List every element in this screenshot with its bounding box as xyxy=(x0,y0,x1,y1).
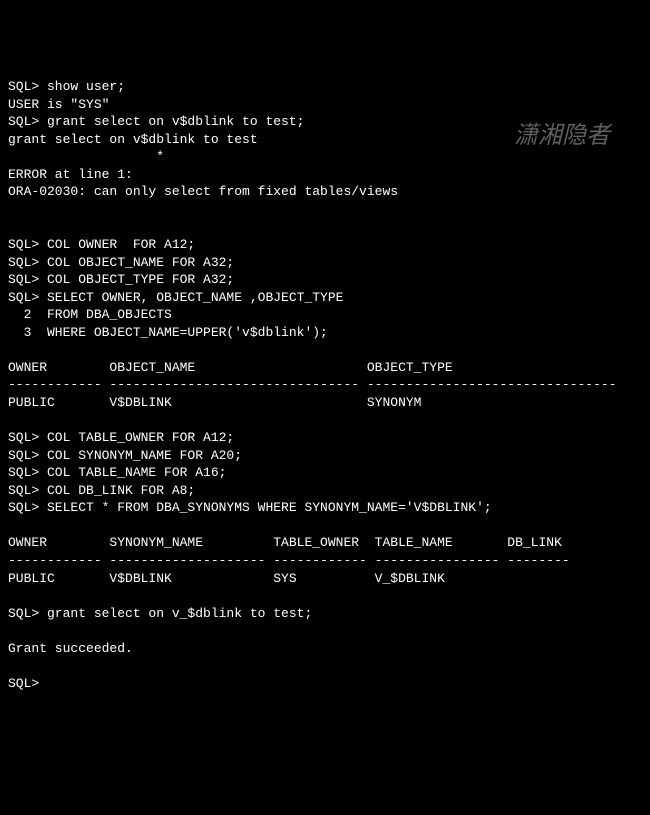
terminal-line: grant select on v$dblink to test xyxy=(8,132,258,147)
terminal-line: ------------ ---------------------------… xyxy=(8,377,617,392)
terminal-line: ------------ -------------------- ------… xyxy=(8,553,570,568)
terminal-line: SQL> COL DB_LINK FOR A8; xyxy=(8,483,195,498)
terminal-line: SQL> grant select on v$dblink to test; xyxy=(8,114,304,129)
terminal-line: ORA-02030: can only select from fixed ta… xyxy=(8,184,398,199)
terminal-line: SQL> COL OWNER FOR A12; xyxy=(8,237,195,252)
terminal-line: USER is "SYS" xyxy=(8,97,109,112)
terminal-line: SQL> SELECT OWNER, OBJECT_NAME ,OBJECT_T… xyxy=(8,290,343,305)
terminal-line: Grant succeeded. xyxy=(8,641,133,656)
terminal-line: 2 FROM DBA_OBJECTS xyxy=(8,307,172,322)
terminal-line: OWNER SYNONYM_NAME TABLE_OWNER TABLE_NAM… xyxy=(8,535,562,550)
sql-prompt[interactable]: SQL> xyxy=(8,676,39,691)
terminal-line: * xyxy=(8,149,164,164)
terminal-line: SQL> COL OBJECT_TYPE FOR A32; xyxy=(8,272,234,287)
watermark-text: 潇湘隐者 xyxy=(514,120,610,152)
terminal-line: SQL> SELECT * FROM DBA_SYNONYMS WHERE SY… xyxy=(8,500,492,515)
terminal-line: PUBLIC V$DBLINK SYS V_$DBLINK xyxy=(8,571,445,586)
terminal-line: SQL> COL OBJECT_NAME FOR A32; xyxy=(8,255,234,270)
terminal-line: SQL> COL TABLE_NAME FOR A16; xyxy=(8,465,226,480)
terminal-line: PUBLIC V$DBLINK SYNONYM xyxy=(8,395,421,410)
terminal-line: SQL> COL TABLE_OWNER FOR A12; xyxy=(8,430,234,445)
terminal-line: ERROR at line 1: xyxy=(8,167,133,182)
terminal-line: SQL> show user; xyxy=(8,79,125,94)
terminal-line: OWNER OBJECT_NAME OBJECT_TYPE xyxy=(8,360,453,375)
terminal-line: SQL> COL SYNONYM_NAME FOR A20; xyxy=(8,448,242,463)
terminal-output: SQL> show user; USER is "SYS" SQL> grant… xyxy=(8,78,642,692)
terminal-line: 3 WHERE OBJECT_NAME=UPPER('v$dblink'); xyxy=(8,325,328,340)
terminal-line: SQL> grant select on v_$dblink to test; xyxy=(8,606,312,621)
